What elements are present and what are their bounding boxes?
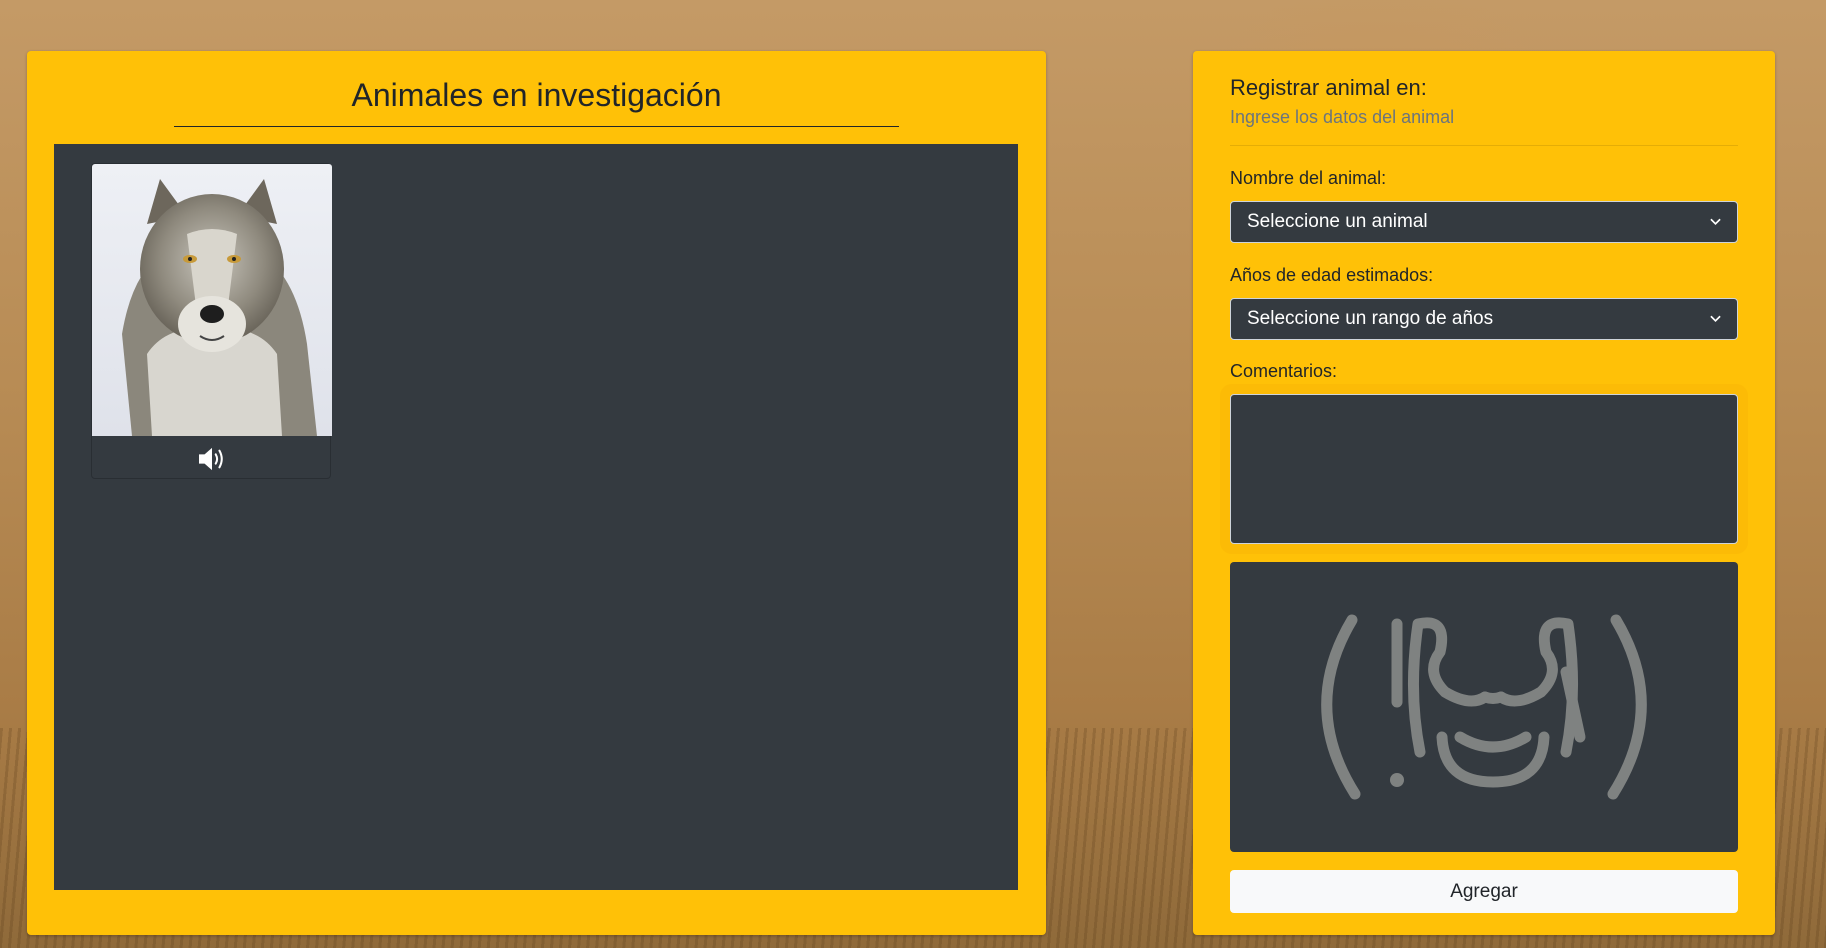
age-range-select-value: Seleccione un rango de años bbox=[1247, 308, 1494, 329]
animal-alert-icon bbox=[1321, 614, 1647, 800]
animal-preview bbox=[1230, 562, 1738, 852]
play-sound-button[interactable] bbox=[195, 444, 229, 474]
age-range-select[interactable]: Seleccione un rango de años bbox=[1230, 298, 1738, 340]
form-subheading: Ingrese los datos del animal bbox=[1230, 107, 1455, 127]
investigation-panel: Animales en investigación bbox=[27, 51, 1046, 935]
age-label: Años de edad estimados: bbox=[1230, 265, 1434, 285]
animals-list bbox=[54, 144, 1018, 890]
chevron-down-icon bbox=[1710, 315, 1721, 323]
divider bbox=[1230, 145, 1738, 146]
investigation-title: Animales en investigación bbox=[174, 77, 899, 127]
speaker-icon bbox=[199, 447, 223, 471]
chevron-down-icon bbox=[1710, 218, 1721, 226]
comments-textarea[interactable] bbox=[1230, 394, 1738, 544]
add-button[interactable]: Agregar bbox=[1230, 870, 1738, 913]
animal-name-select-value: Seleccione un animal bbox=[1247, 211, 1428, 232]
comments-label: Comentarios: bbox=[1230, 361, 1338, 381]
animal-card[interactable] bbox=[91, 163, 332, 479]
animal-name-label: Nombre del animal: bbox=[1230, 168, 1387, 188]
animal-name-select[interactable]: Seleccione un animal bbox=[1230, 201, 1738, 243]
register-panel: Registrar animal en: Ingrese los datos d… bbox=[1193, 51, 1775, 935]
wolf-image[interactable] bbox=[92, 164, 332, 436]
form-heading: Registrar animal en: bbox=[1230, 75, 1427, 100]
